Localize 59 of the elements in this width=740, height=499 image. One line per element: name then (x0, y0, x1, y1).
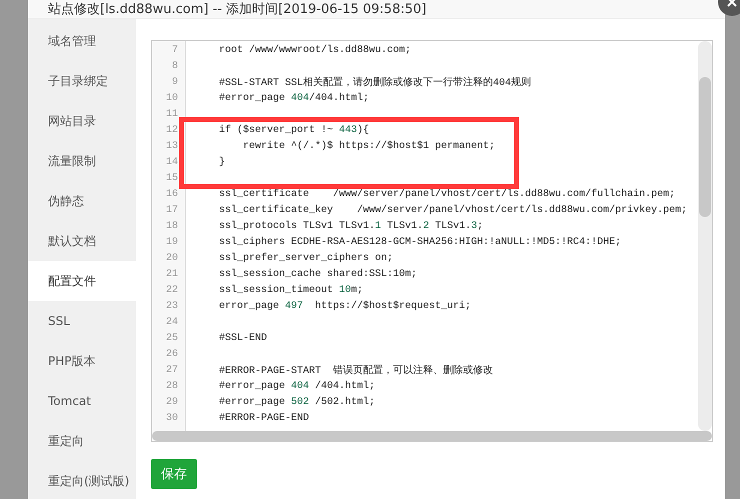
sidebar-item[interactable]: SSL (28, 301, 136, 341)
code-line: ssl_prefer_server_ciphers on; (218, 252, 394, 264)
sidebar-item[interactable]: 子目录绑定 (28, 61, 136, 101)
line-number: 19 (164, 236, 178, 248)
vertical-scrollbar[interactable] (698, 41, 712, 431)
sidebar-item[interactable]: 域名管理 (28, 21, 136, 61)
code-line: #error_page 404/404.html; (218, 92, 370, 104)
sidebar-item[interactable]: 流量限制 (28, 141, 136, 181)
code-line: if ($server_port !~ 443){ (218, 124, 370, 136)
code-line: #SSL-START SSL相关配置，请勿删除或修改下一行带注释的404规则 (218, 76, 532, 89)
dialog-title: 站点修改[ls.dd88wu.com] -- 添加时间[2019-06-15 09:58:50] (48, 1, 426, 18)
sidebar-item[interactable]: 网站目录 (28, 101, 136, 141)
code-line: #error_page 502 /502.html; (218, 396, 376, 408)
line-number: 25 (164, 332, 178, 344)
code-line: #ERROR-PAGE-END (218, 412, 310, 424)
line-number: 28 (164, 380, 178, 392)
code-line: ssl_session_cache shared:SSL:10m; (218, 268, 418, 280)
line-number: 8 (170, 60, 178, 72)
code-editor[interactable] (151, 40, 713, 442)
code-line: ssl_protocols TLSv1 TLSv1.1 TLSv1.2 TLSv1.3; (218, 220, 484, 232)
line-number: 30 (164, 412, 178, 424)
line-number: 20 (164, 252, 178, 264)
line-number: 23 (164, 300, 178, 312)
line-number: 26 (164, 348, 178, 360)
line-number: 16 (164, 188, 178, 200)
sidebar-item[interactable]: 重定向 (28, 421, 136, 461)
line-number: 15 (164, 172, 178, 184)
code-line: ssl_session_timeout 10m; (218, 284, 364, 296)
line-number: 18 (164, 220, 178, 232)
code-line: rewrite ^(/.*)$ https://$host$1 permanent; (242, 140, 496, 152)
code-line: #ERROR-PAGE-START 错误页配置，可以注释、删除或修改 (218, 364, 494, 377)
line-number: 24 (164, 316, 178, 328)
sidebar-item[interactable]: 配置文件 (28, 261, 136, 301)
code-line: #SSL-END (218, 332, 268, 344)
code-line: #error_page 404 /404.html; (218, 380, 376, 392)
line-number: 10 (164, 92, 178, 104)
sidebar-item[interactable]: 重定向(测试版) (28, 461, 136, 499)
line-number: 13 (164, 140, 178, 152)
code-line: root /www/wwwroot/ls.dd88wu.com; (218, 44, 412, 56)
code-line: ssl_certificate /www/server/panel/vhost/cert/ls.dd88wu.com/fullchain.pem; (218, 188, 676, 200)
horizontal-scrollbar[interactable] (152, 431, 712, 441)
sidebar-item[interactable]: 伪静态 (28, 181, 136, 221)
line-number: 12 (164, 124, 178, 136)
sidebar-item[interactable]: PHP版本 (28, 341, 136, 381)
line-number: 9 (170, 76, 178, 88)
line-number: 22 (164, 284, 178, 296)
line-number: 7 (170, 44, 178, 56)
code-line: error_page 497 https://$host$request_uri; (218, 300, 472, 312)
code-line: } (218, 156, 226, 168)
sidebar-item[interactable]: Tomcat (28, 381, 136, 421)
code-line: ssl_ciphers ECDHE-RSA-AES128-GCM-SHA256:HIGH:!aNULL:!MD5:!RC4:!DHE; (218, 236, 622, 248)
line-number: 17 (164, 204, 178, 216)
line-number: 11 (164, 108, 178, 120)
line-number: 21 (164, 268, 178, 280)
code-line: ssl_certificate_key /www/server/panel/vhost/cert/ls.dd88wu.com/privkey.pem; (218, 204, 688, 216)
line-number: 29 (164, 396, 178, 408)
line-number: 14 (164, 156, 178, 168)
line-number: 27 (164, 364, 178, 376)
sidebar-item[interactable]: 默认文档 (28, 221, 136, 261)
